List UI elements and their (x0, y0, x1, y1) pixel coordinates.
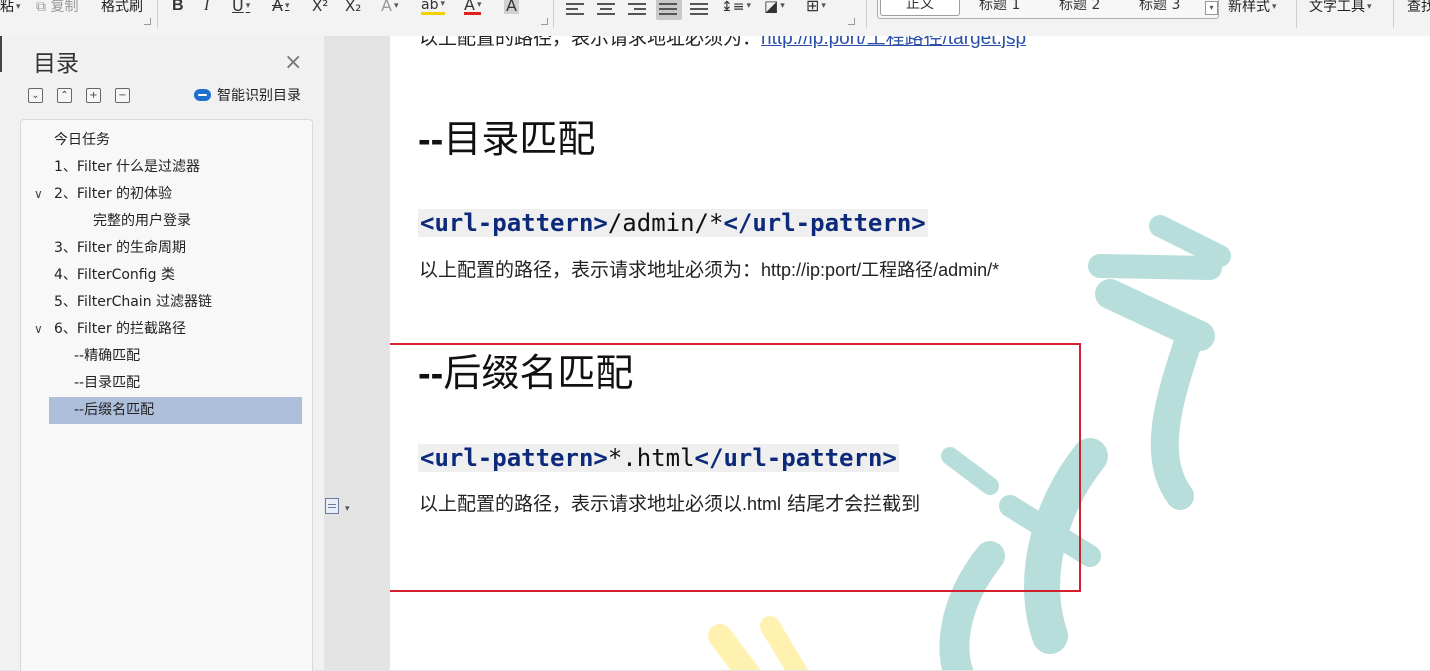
chevron-down-icon[interactable]: ∨ (34, 181, 43, 208)
document-page[interactable]: 以上配置的路径，表示请求地址必须为：http://ip:port/工程路径/ta… (390, 36, 1430, 670)
toc-item-6-3-selected[interactable]: --后缀名匹配 (49, 397, 302, 424)
toolbar-divider (866, 0, 867, 28)
style-gallery-more-icon[interactable]: ▾ (1205, 1, 1218, 15)
toc-item-today[interactable]: 今日任务 (54, 127, 110, 154)
subscript-button[interactable]: X₂ (345, 0, 361, 14)
smart-toc-button[interactable]: 智能识别目录 (194, 87, 301, 105)
format-painter-button[interactable]: 格式刷 (101, 0, 143, 16)
paste-button[interactable]: 粘 ▾ (0, 0, 21, 16)
find-button[interactable]: 查找 (1407, 0, 1430, 16)
toc-item-6-1[interactable]: --精确匹配 (74, 343, 140, 370)
toolbar-divider (157, 0, 158, 28)
toc-item-1[interactable]: 1、Filter 什么是过滤器 (54, 154, 200, 181)
navigation-pane: 目录 × ⌄ ⌃ + − 智能识别目录 今日任务 1、Filter 什么是过滤器… (11, 36, 324, 671)
superscript-button[interactable]: X² (312, 0, 328, 14)
strikethrough-button[interactable]: A ▾ (272, 0, 289, 14)
align-center-button[interactable] (597, 0, 617, 16)
toc-item-3[interactable]: 3、Filter 的生命周期 (54, 235, 186, 262)
demote-heading-icon[interactable]: − (115, 88, 130, 103)
toc-item-6-2[interactable]: --目录匹配 (74, 370, 140, 397)
clipboard-icon (325, 498, 339, 514)
cloud-icon (194, 89, 211, 101)
dialog-launcher-icon[interactable] (144, 18, 151, 25)
code-open-tag: <url-pattern> (420, 209, 608, 237)
style-heading-1[interactable]: 标题 1 (979, 0, 1020, 13)
ribbon-toolbar: 粘 ▾ ⧉ 复制 格式刷 B I U ▾ A ▾ X² X₂ A ▾ ab ▾ A ▾ A … (0, 0, 1430, 37)
nav-pane-title: 目录 (33, 51, 79, 77)
bold-button[interactable]: B (172, 0, 184, 14)
justify-button[interactable] (656, 0, 682, 20)
toolbar-divider (1393, 0, 1394, 28)
toc-item-6[interactable]: 6、Filter 的拦截路径 (54, 316, 186, 343)
close-icon[interactable]: × (284, 52, 302, 74)
style-heading-2[interactable]: 标题 2 (1059, 0, 1100, 13)
doc-paragraph-top: 以上配置的路径，表示请求地址必须为：http://ip:port/工程路径/ta… (419, 36, 1026, 51)
expand-all-icon[interactable]: ⌄ (28, 88, 43, 103)
line-spacing-button[interactable]: ↨≡ ▾ (721, 0, 751, 15)
border-grid-icon: ⊞ (806, 0, 820, 15)
code-value: /admin/* (607, 209, 724, 237)
style-heading-3[interactable]: 标题 3 (1139, 0, 1180, 13)
copy-icon: ⧉ (36, 0, 46, 15)
align-right-button[interactable] (628, 0, 648, 16)
highlight-button[interactable]: ab ▾ (421, 0, 445, 15)
left-edge-strip (0, 36, 11, 670)
code-close-tag: </url-pattern> (723, 209, 926, 237)
italic-button[interactable]: I (204, 0, 209, 14)
clear-format-button[interactable]: A ▾ (381, 0, 398, 14)
dialog-launcher-icon[interactable] (848, 18, 855, 25)
font-color-button[interactable]: A ▾ (464, 0, 482, 15)
underline-button[interactable]: U ▾ (232, 0, 250, 14)
style-gallery: 正文 标题 1 标题 2 标题 3 ▾ (877, 0, 1219, 19)
text-tools-button[interactable]: 文字工具 ▾ (1309, 0, 1372, 16)
style-normal[interactable]: 正文 (880, 0, 960, 16)
page-gutter: ▾ (324, 36, 390, 670)
dialog-launcher-icon[interactable] (541, 18, 548, 25)
doc-link[interactable]: http://ip:port/工程路径/target.jsp (761, 36, 1026, 49)
collapse-all-icon[interactable]: ⌃ (57, 88, 72, 103)
paint-bucket-icon: ◪ (764, 0, 779, 15)
toolbar-divider (553, 0, 554, 28)
distribute-button[interactable] (690, 0, 710, 16)
doc-heading-directory-match: --目录匹配 (418, 117, 596, 161)
copy-button[interactable]: ⧉ 复制 (36, 0, 78, 16)
promote-heading-icon[interactable]: + (86, 88, 101, 103)
align-left-button[interactable] (566, 0, 586, 16)
toolbar-divider (1296, 0, 1297, 28)
toc-item-4[interactable]: 4、FilterConfig 类 (54, 262, 175, 289)
toc-item-2-1[interactable]: 完整的用户登录 (93, 208, 191, 235)
toc-list: 今日任务 1、Filter 什么是过滤器 ∨ 2、Filter 的初体验 完整的… (20, 119, 313, 671)
character-shading-button[interactable]: A (504, 0, 519, 14)
toc-item-5[interactable]: 5、FilterChain 过滤器链 (54, 289, 212, 316)
borders-button[interactable]: ⊞ ▾ (806, 0, 826, 14)
chevron-down-icon[interactable]: ∨ (34, 316, 43, 343)
doc-paragraph-1: 以上配置的路径，表示请求地址必须为：http://ip:port/工程路径/ad… (419, 259, 1000, 281)
new-style-button[interactable]: 新样式 ▾ (1228, 0, 1277, 16)
paste-options-button[interactable]: ▾ (325, 498, 350, 516)
shading-button[interactable]: ◪ ▾ (764, 0, 785, 14)
toc-item-2[interactable]: 2、Filter 的初体验 (54, 181, 172, 208)
highlight-annotation-box (390, 343, 1081, 592)
doc-code-line-1: <url-pattern>/admin/*</url-pattern> (418, 208, 928, 238)
